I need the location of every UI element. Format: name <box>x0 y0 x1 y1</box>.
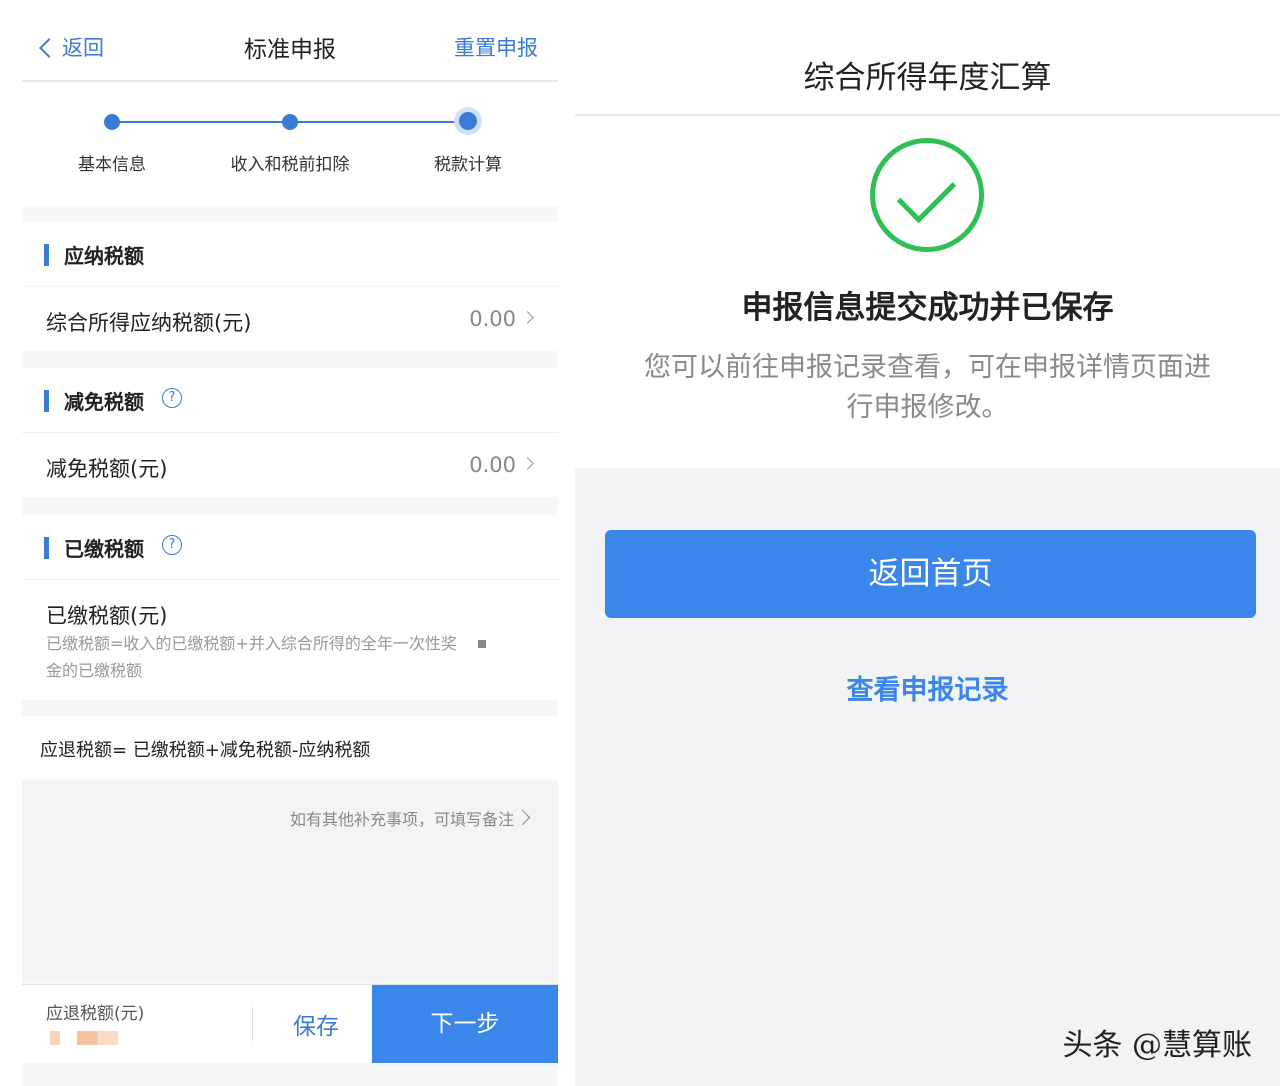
step-label-basic-info: 基本信息 <box>78 155 146 175</box>
step-connector <box>112 121 290 123</box>
row-value: 0.00 <box>469 307 516 331</box>
redacted-refund-amount <box>50 1031 118 1045</box>
chevron-right-icon <box>514 809 531 826</box>
tax-reduction-row[interactable]: 减免税额(元) 0.00 <box>22 432 558 497</box>
step-dot-basic-info <box>104 114 120 130</box>
step-dot-tax-calc <box>459 112 477 130</box>
row-label: 减免税额(元) <box>46 457 168 481</box>
bottom-action-bar: 应退税额(元) 保存 下一步 <box>22 984 558 1063</box>
payable-tax-row[interactable]: 综合所得应纳税额(元) 0.00 <box>22 286 558 351</box>
checkmark-icon <box>896 163 957 224</box>
step-dot-income <box>282 114 298 130</box>
next-step-button[interactable]: 下一步 <box>372 985 558 1063</box>
help-icon[interactable]: ? <box>162 535 182 555</box>
section-marker <box>44 390 49 412</box>
watermark: 头条 @慧算账 <box>1062 1028 1252 1063</box>
success-screen: 综合所得年度汇算 申报信息提交成功并已保存 您可以前往申报记录查看，可在申报详情… <box>575 0 1280 1086</box>
section-tax-reduction: 减免税额 ? <box>22 368 558 432</box>
success-check-icon <box>870 138 984 252</box>
divider <box>252 1007 253 1041</box>
row-description: 已缴税额=收入的已缴税额+并入综合所得的全年一次性奖金的已缴税额 <box>46 634 457 680</box>
step-connector <box>290 121 468 123</box>
step-label-tax-calc: 税款计算 <box>434 155 502 175</box>
section-paid-tax: 已缴税额 ? <box>22 515 558 579</box>
success-title: 申报信息提交成功并已保存 <box>741 290 1114 326</box>
section-title: 已缴税额 <box>64 537 144 561</box>
nav-bar: 返回 标准申报 重置申报 <box>22 0 558 82</box>
reset-declaration-button[interactable]: 重置申报 <box>454 32 538 62</box>
row-label: 综合所得应纳税额(元) <box>46 311 252 335</box>
step-label-income: 收入和税前扣除 <box>230 155 350 175</box>
section-title: 应纳税额 <box>64 244 144 268</box>
section-title: 减免税额 <box>64 390 144 414</box>
back-home-button[interactable]: 返回首页 <box>605 530 1256 618</box>
success-panel: 申报信息提交成功并已保存 您可以前往申报记录查看，可在申报详情页面进行申报修改。 <box>575 116 1280 468</box>
formula-text: 应退税额= 已缴税额+减免税额-应纳税额 <box>40 740 371 761</box>
page-title: 综合所得年度汇算 <box>803 60 1052 96</box>
progress-steps: 基本信息 收入和税前扣除 税款计算 <box>22 82 558 206</box>
remark-area[interactable]: 如有其他补充事项，可填写备注 <box>22 782 558 982</box>
row-value: 0.00 <box>469 453 516 477</box>
chevron-right-icon <box>521 311 534 324</box>
help-icon[interactable]: ? <box>162 388 182 408</box>
section-marker <box>44 537 49 559</box>
section-payable-tax: 应纳税额 <box>22 222 558 286</box>
refund-amount-label: 应退税额(元) <box>46 1004 145 1024</box>
section-marker <box>44 244 49 266</box>
save-button[interactable]: 保存 <box>266 1007 366 1041</box>
chevron-right-icon <box>521 457 534 470</box>
remark-hint: 如有其他补充事项，可填写备注 <box>289 810 514 829</box>
header: 综合所得年度汇算 <box>575 0 1280 116</box>
declaration-screen: 返回 标准申报 重置申报 基本信息 收入和税前扣除 税款计算 应纳税额 综合所得… <box>22 0 558 1086</box>
success-description: 您可以前往申报记录查看，可在申报详情页面进行申报修改。 <box>644 352 1211 423</box>
paid-tax-row: 已缴税额(元) 已缴税额=收入的已缴税额+并入综合所得的全年一次性奖金的已缴税额 <box>22 579 558 700</box>
refund-formula: 应退税额= 已缴税额+减免税额-应纳税额 <box>22 716 558 780</box>
row-label: 已缴税额(元) <box>46 604 168 628</box>
redacted-value <box>478 640 486 648</box>
view-records-link[interactable]: 查看申报记录 <box>575 668 1280 707</box>
